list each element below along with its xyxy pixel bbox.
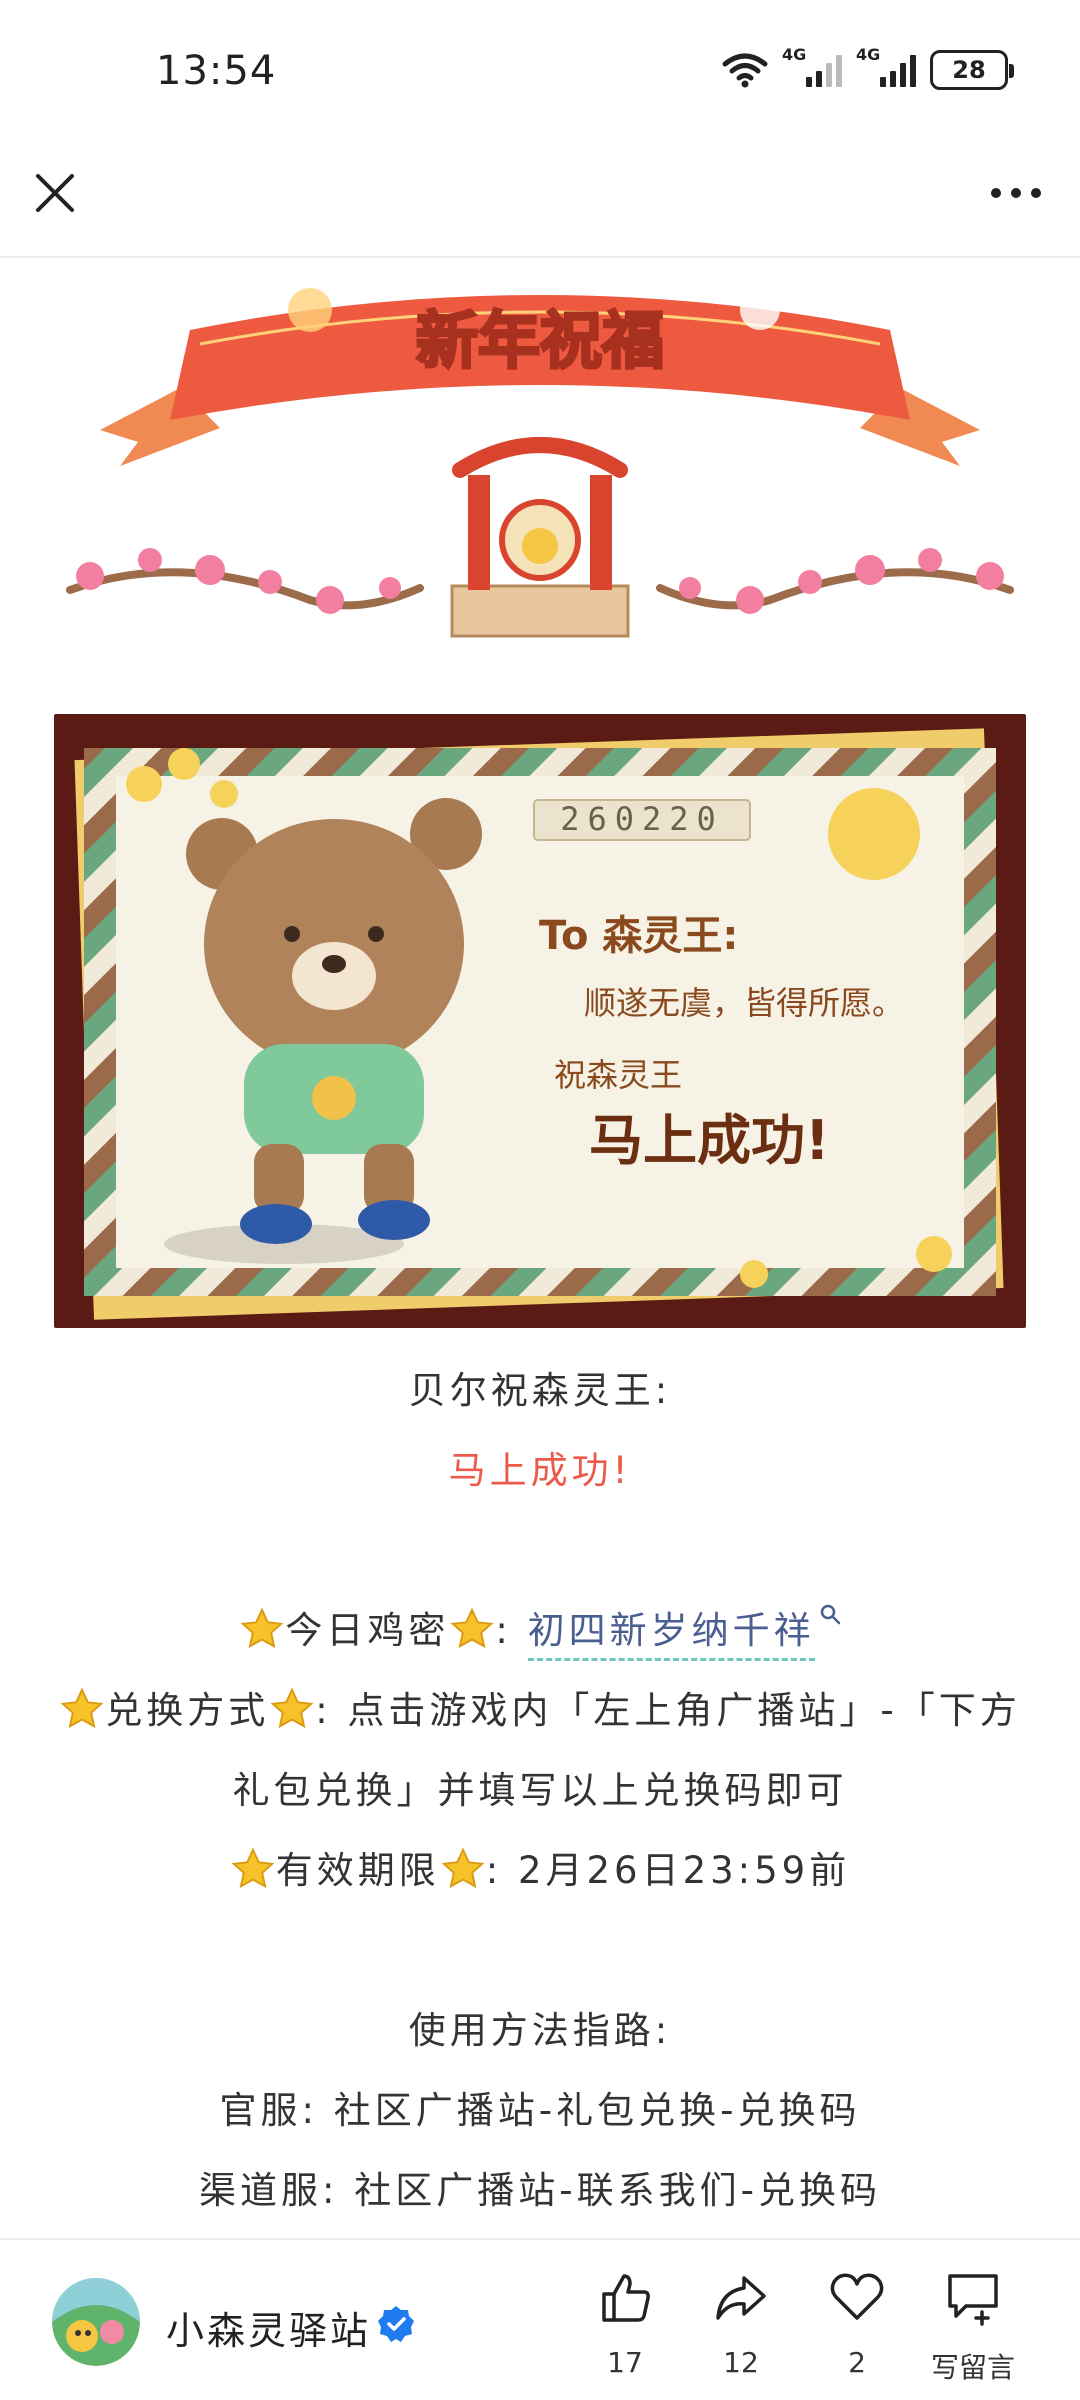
share-button[interactable]: 12 [686,2268,796,2379]
greeting-card-image: 260220 To 森灵王: 顺遂无虞，皆得所愿。 祝森灵王 马上成功! [54,714,1026,1328]
expiry-line: 有效期限 : 2月26日23:59前 [0,1840,1080,1894]
account-name[interactable]: 小森灵驿站 [166,2300,371,2355]
greeting-red-line: 马上成功! [448,1449,632,1492]
more-icon [991,188,1041,198]
banner-title: 新年祝福 [416,304,664,377]
share-count: 12 [723,2346,759,2379]
signal-1-icon: 4G [782,45,842,87]
code-line: 今日鸡密: 初四新岁纳千祥 [0,1600,1080,1661]
guide-title: 使用方法指路: [408,2009,672,2052]
card-wish-line: 顺遂无虞，皆得所愿。 [584,984,904,1022]
signal-2-icon: 4G [856,45,916,87]
like-button[interactable]: 17 [570,2268,680,2379]
heart-icon [830,2273,884,2320]
comment-label: 写留言 [930,2351,1015,2384]
star-icon [60,1687,104,1729]
top-nav [0,140,1080,258]
star-icon [270,1687,314,1729]
star-icon [240,1607,284,1649]
battery-icon: 28 [930,50,1014,90]
more-button[interactable] [986,166,1046,220]
wifi-icon [722,53,768,88]
star-icon [441,1847,485,1889]
expiry-label: 有效期限 [275,1849,440,1892]
guide-official: 官服: 社区广播站-礼包兑换-兑换码 [219,2089,861,2132]
code-separator: : [495,1609,512,1652]
share-icon [716,2276,766,2320]
status-icons: 4G 4G 28 [722,45,1014,90]
verified-badge-icon [378,2306,414,2342]
code-label: 今日鸡密 [285,1609,450,1652]
card-to-line: To 森灵王: [539,913,738,959]
favorite-button[interactable]: 2 [802,2268,912,2379]
code-value-link[interactable]: 初四新岁纳千祥 [527,1609,815,1661]
method-line-1: 兑换方式 : 点击游戏内「左上角广播站」-「下方 [0,1680,1080,1734]
method-text-1: : 点击游戏内「左上角广播站」-「下方 [315,1689,1021,1732]
new-year-banner: 新年祝福 [60,270,1020,660]
comment-add-icon [948,2274,998,2326]
card-bless-line: 祝森灵王 [554,1056,682,1094]
close-button[interactable] [28,166,82,220]
star-icon [450,1607,494,1649]
method-label: 兑换方式 [105,1689,270,1732]
guide-channel: 渠道服: 社区广播站-联系我们-兑换码 [199,2169,881,2212]
method-line-2: 礼包兑换」并填写以上兑换码即可 [232,1769,848,1812]
bottom-bar: 小森灵驿站 17 12 2 写留言 [0,2238,1080,2400]
network-type-2: 4G [856,45,881,64]
search-icon[interactable] [819,1603,841,1625]
card-date: 260220 [560,800,724,838]
thumbs-up-icon [602,2274,650,2322]
greeting-line: 贝尔祝森灵王: [408,1369,672,1412]
expiry-text: : 2月26日23:59前 [485,1849,851,1892]
close-icon [36,174,74,212]
account-avatar[interactable] [52,2278,140,2366]
heart-count: 2 [848,2346,866,2379]
status-bar: 13:54 4G 4G 28 [0,0,1080,140]
like-count: 17 [607,2346,643,2379]
comment-button[interactable]: 写留言 [918,2268,1028,2386]
status-time: 13:54 [156,48,277,94]
card-success-line: 马上成功! [589,1109,830,1172]
star-icon [231,1847,275,1889]
network-type-1: 4G [782,45,807,64]
battery-level: 28 [952,56,986,84]
